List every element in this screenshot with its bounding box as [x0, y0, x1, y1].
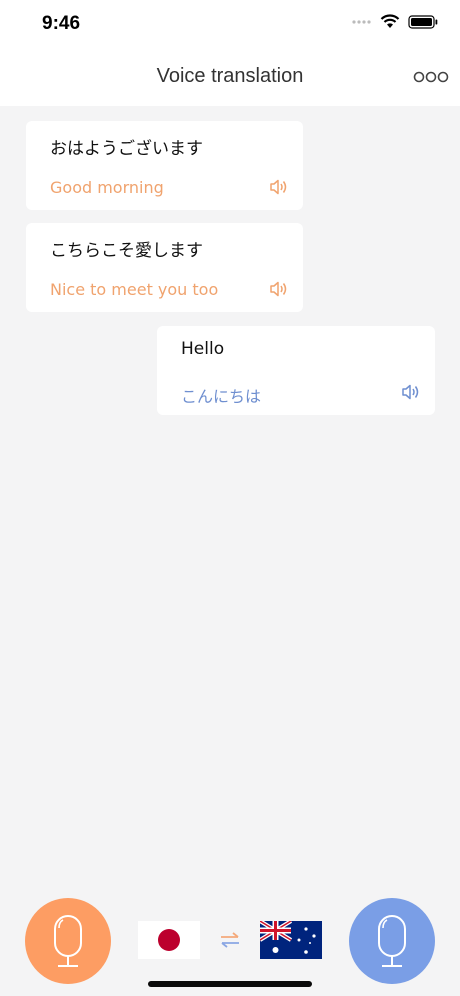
- swap-languages-button[interactable]: [218, 930, 242, 950]
- wifi-icon: [380, 14, 400, 28]
- more-icon: [413, 71, 449, 83]
- speaker-button[interactable]: [269, 178, 289, 196]
- more-button[interactable]: [412, 68, 450, 86]
- message-bubble[interactable]: おはようございます Good morning: [26, 121, 303, 210]
- australia-flag[interactable]: [260, 921, 322, 959]
- source-text: Hello: [181, 339, 225, 359]
- japan-flag-icon: [138, 921, 200, 959]
- signal-icon: [352, 19, 371, 24]
- mic-button-right[interactable]: [349, 898, 435, 984]
- message-bubble[interactable]: Hello こんにちは: [157, 326, 435, 415]
- australia-flag-icon: [260, 921, 322, 959]
- source-text: おはようございます: [50, 139, 203, 159]
- nav-bar: Voice translation: [0, 48, 460, 106]
- message-bubble[interactable]: こちらこそ愛します Nice to meet you too: [26, 223, 303, 312]
- speaker-button[interactable]: [401, 383, 421, 401]
- translation-text: Good morning: [50, 178, 164, 197]
- speaker-button[interactable]: [269, 280, 289, 298]
- translation-text: こんにちは: [181, 387, 262, 406]
- translation-text: Nice to meet you too: [50, 280, 219, 299]
- microphone-icon: [378, 915, 406, 967]
- battery-icon: [408, 14, 438, 29]
- status-bar: 9:46: [0, 0, 460, 48]
- swap-icon: [221, 932, 239, 948]
- speaker-icon: [270, 281, 287, 297]
- source-text: こちらこそ愛します: [50, 241, 203, 261]
- home-indicator: [148, 981, 312, 987]
- speaker-icon: [270, 179, 287, 195]
- status-time: 9:46: [42, 13, 81, 34]
- japan-flag[interactable]: [138, 921, 200, 959]
- page-title: Voice translation: [156, 65, 304, 87]
- mic-button-left[interactable]: [25, 898, 111, 984]
- microphone-icon: [54, 915, 82, 967]
- speaker-icon: [402, 384, 419, 400]
- status-icons: [352, 14, 438, 29]
